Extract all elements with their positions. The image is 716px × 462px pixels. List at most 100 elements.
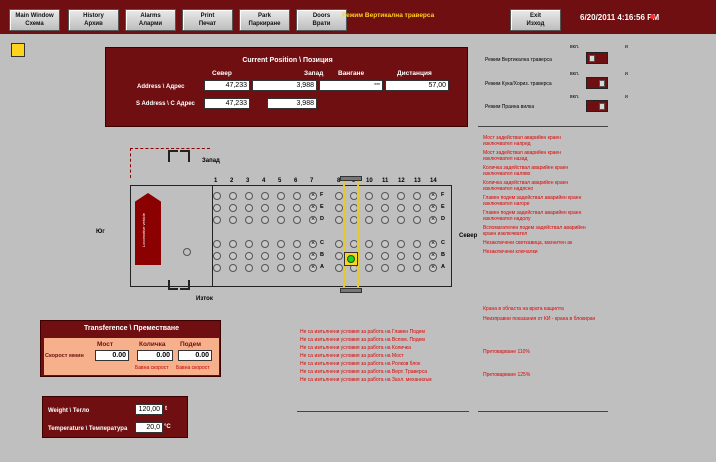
storage-slot[interactable]: [365, 264, 373, 272]
storage-slot[interactable]: [293, 192, 301, 200]
exit-button[interactable]: Exit Изход: [510, 9, 561, 31]
park-button[interactable]: Park Паркиране: [239, 9, 290, 31]
storage-slot[interactable]: [277, 204, 285, 212]
storage-slot[interactable]: [413, 264, 421, 272]
storage-slot[interactable]: ×: [429, 264, 437, 272]
storage-slot[interactable]: [293, 240, 301, 248]
col-vangane: Вангане: [338, 70, 365, 77]
storage-slot[interactable]: ×: [309, 192, 317, 200]
storage-slot[interactable]: [277, 252, 285, 260]
storage-slot[interactable]: [397, 264, 405, 272]
storage-slot[interactable]: ×: [429, 240, 437, 248]
storage-slot[interactable]: [335, 240, 343, 248]
storage-slot[interactable]: [397, 240, 405, 248]
storage-slot[interactable]: [365, 252, 373, 260]
storage-slot[interactable]: [413, 252, 421, 260]
storage-slot[interactable]: [381, 204, 389, 212]
storage-slot[interactable]: [397, 252, 405, 260]
storage-slot[interactable]: [277, 192, 285, 200]
storage-slot[interactable]: [213, 192, 221, 200]
col-num: 14: [430, 178, 437, 184]
conditions-list: Не са изпълнени условия за работа на Гла…: [300, 328, 470, 384]
storage-slot[interactable]: [413, 192, 421, 200]
storage-slot[interactable]: [245, 240, 253, 248]
storage-slot[interactable]: [261, 216, 269, 224]
storage-slot[interactable]: [245, 252, 253, 260]
mode-toggle-vertical[interactable]: [586, 52, 608, 64]
storage-slot[interactable]: [335, 264, 343, 272]
storage-slot[interactable]: [397, 204, 405, 212]
transfer-speed-label: Скорост ммин: [45, 353, 84, 359]
storage-slot[interactable]: [277, 264, 285, 272]
storage-slot[interactable]: [381, 240, 389, 248]
column-numbers: 1 2 3 4 5 6 7 8 9 10 11 12 13 14: [214, 178, 450, 186]
storage-slot[interactable]: ×: [309, 264, 317, 272]
storage-slot[interactable]: [365, 192, 373, 200]
doors-button[interactable]: Doors Врати: [296, 9, 347, 31]
col-west: Запад: [304, 70, 324, 77]
storage-slot[interactable]: [413, 240, 421, 248]
storage-slot[interactable]: [381, 252, 389, 260]
storage-slot[interactable]: [413, 204, 421, 212]
storage-slot[interactable]: [261, 240, 269, 248]
storage-slot[interactable]: ×: [429, 252, 437, 260]
storage-slot[interactable]: [261, 204, 269, 212]
storage-slot[interactable]: [261, 252, 269, 260]
storage-slot[interactable]: [277, 216, 285, 224]
storage-slot[interactable]: [245, 264, 253, 272]
storage-slot[interactable]: [277, 240, 285, 248]
storage-slot[interactable]: [229, 240, 237, 248]
mode-label-fork: Режим Праина вилка: [485, 104, 535, 110]
address-distance: 57,00: [385, 80, 449, 91]
storage-slot[interactable]: [381, 264, 389, 272]
storage-slot[interactable]: ×: [429, 204, 437, 212]
storage-slot[interactable]: [229, 216, 237, 224]
storage-slot[interactable]: [397, 192, 405, 200]
storage-slot[interactable]: [365, 216, 373, 224]
storage-slot[interactable]: [365, 204, 373, 212]
storage-slot[interactable]: [261, 264, 269, 272]
storage-slot[interactable]: ×: [309, 240, 317, 248]
mode-toggle-hook[interactable]: [586, 77, 608, 89]
storage-slot[interactable]: [381, 192, 389, 200]
storage-slot[interactable]: [229, 252, 237, 260]
storage-slot[interactable]: [229, 264, 237, 272]
storage-slot[interactable]: [335, 252, 343, 260]
storage-slot[interactable]: [335, 216, 343, 224]
print-button[interactable]: Print Печат: [182, 9, 233, 31]
storage-slot[interactable]: ×: [429, 216, 437, 224]
storage-slot[interactable]: [293, 204, 301, 212]
temperature-label: Temperature \ Температура: [48, 426, 128, 432]
history-button[interactable]: History Архив: [68, 9, 119, 31]
storage-slot[interactable]: [293, 264, 301, 272]
storage-slot[interactable]: [245, 192, 253, 200]
storage-slot[interactable]: [213, 216, 221, 224]
storage-slot[interactable]: [365, 240, 373, 248]
storage-slot[interactable]: ×: [309, 252, 317, 260]
storage-slot[interactable]: ×: [309, 216, 317, 224]
storage-slot[interactable]: [245, 204, 253, 212]
storage-slot[interactable]: [413, 216, 421, 224]
storage-slot[interactable]: [335, 192, 343, 200]
temperature-unit: °C: [164, 424, 171, 430]
storage-slot[interactable]: [213, 240, 221, 248]
storage-slot[interactable]: [213, 264, 221, 272]
weight-value: 120,00: [135, 404, 163, 415]
storage-slot[interactable]: [293, 216, 301, 224]
storage-slot[interactable]: [335, 204, 343, 212]
alarms-button[interactable]: Alarms Аларми: [125, 9, 176, 31]
storage-slot[interactable]: [293, 252, 301, 260]
storage-slot[interactable]: ×: [309, 204, 317, 212]
main-window-button[interactable]: Main Window Схема: [9, 9, 60, 31]
storage-slot[interactable]: [261, 192, 269, 200]
storage-slot[interactable]: [213, 252, 221, 260]
storage-slot[interactable]: [229, 192, 237, 200]
storage-slot[interactable]: [245, 216, 253, 224]
storage-slot[interactable]: ×: [429, 192, 437, 200]
mode-toggle-fork[interactable]: [586, 100, 608, 112]
storage-slot[interactable]: [381, 216, 389, 224]
storage-slot[interactable]: [229, 204, 237, 212]
storage-slot[interactable]: [397, 216, 405, 224]
storage-slot[interactable]: [213, 204, 221, 212]
mode-on-label-2: вкл.: [570, 71, 580, 77]
